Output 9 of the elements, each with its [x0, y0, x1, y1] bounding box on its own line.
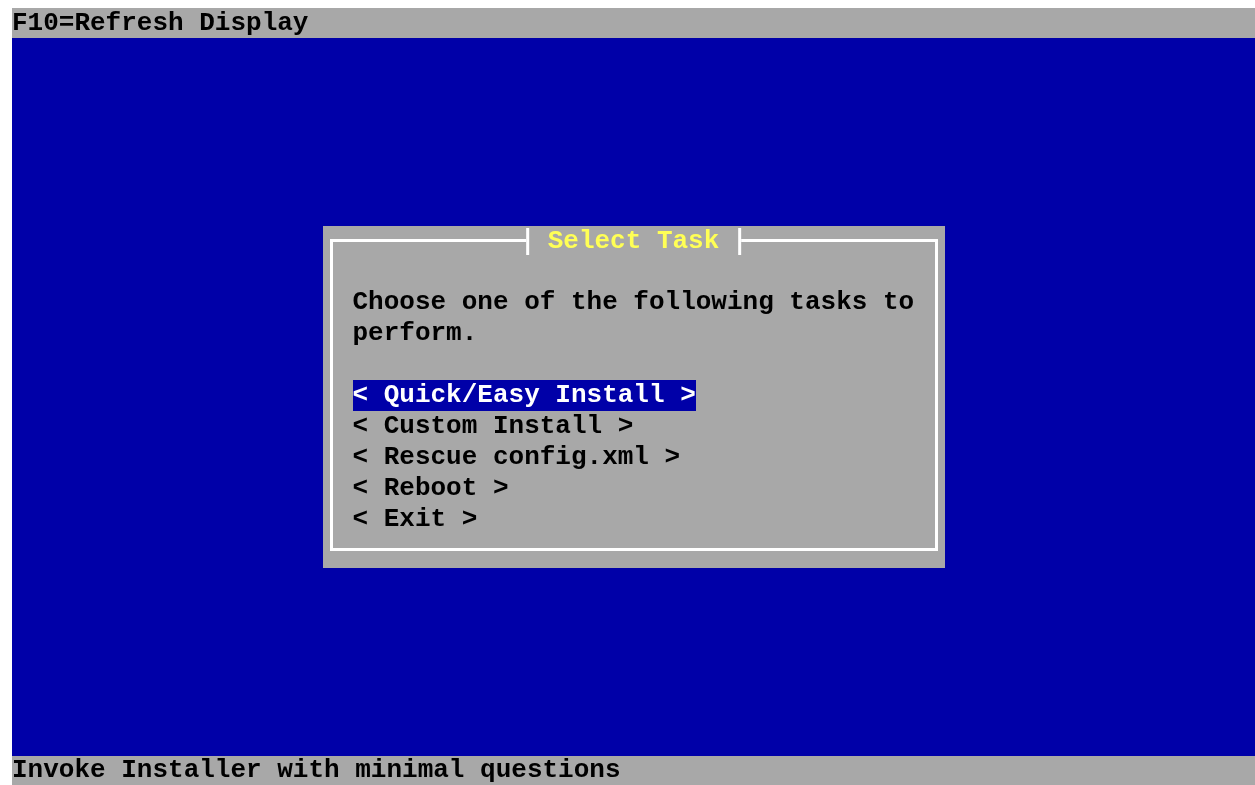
dialog-title: Select Task: [525, 228, 742, 255]
status-bar: Invoke Installer with minimal questions: [12, 756, 1255, 785]
menu-item[interactable]: < Custom Install >: [352, 411, 634, 442]
menu-item[interactable]: < Exit >: [352, 504, 478, 535]
top-bar: F10=Refresh Display: [12, 8, 1255, 38]
message-text: Choose one of the following tasks to perform.: [352, 287, 916, 349]
menu-item[interactable]: < Rescue config.xml >: [352, 442, 681, 473]
menu-item[interactable]: < Quick/Easy Install >: [352, 380, 696, 411]
menu-item[interactable]: < Reboot >: [352, 473, 509, 504]
